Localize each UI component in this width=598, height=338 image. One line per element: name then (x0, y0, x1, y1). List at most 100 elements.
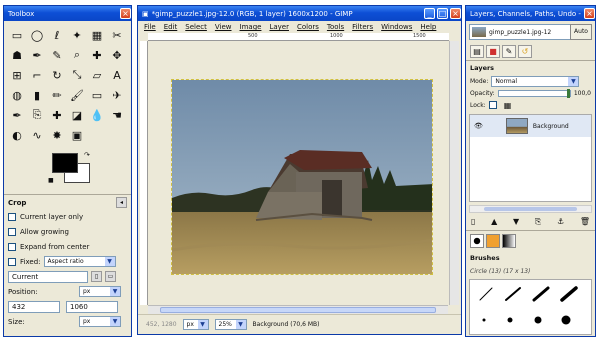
barn-photo[interactable] (171, 79, 433, 275)
menu-layer[interactable]: Layer (269, 23, 289, 31)
horizontal-scrollbar-thumb[interactable] (160, 307, 436, 313)
swap-colors-icon[interactable]: ↷ (84, 151, 90, 159)
horizontal-scrollbar[interactable] (148, 305, 448, 314)
bucket-fill-icon[interactable]: ◍ (8, 86, 26, 104)
maximize-button[interactable]: □ (437, 8, 448, 19)
menu-help[interactable]: Help (420, 23, 436, 31)
measure-icon[interactable]: ✚ (88, 46, 106, 64)
scissors-select-icon[interactable]: ✂ (108, 26, 126, 44)
expand-from-center-checkbox[interactable] (8, 242, 16, 251)
anchor-layer-icon[interactable]: ⚓ (557, 217, 564, 227)
tab-paths-icon[interactable]: ✎ (502, 45, 516, 58)
menu-view[interactable]: View (215, 23, 232, 31)
fixed-checkbox[interactable] (8, 257, 16, 266)
paths-icon[interactable]: ✒ (28, 46, 46, 64)
menu-filters[interactable]: Filters (352, 23, 373, 31)
minimize-button[interactable]: _ (424, 8, 435, 19)
zoom-icon[interactable]: ⌕ (68, 46, 86, 64)
airbrush-icon[interactable]: ✈ (108, 86, 126, 104)
zoom-dropdown[interactable]: 25% ▼ (214, 319, 247, 330)
opacity-slider-handle[interactable] (566, 88, 570, 98)
align-icon[interactable]: ⊞ (8, 66, 26, 84)
fuzzy-select-icon[interactable]: ✦ (68, 26, 86, 44)
scale-icon[interactable]: ⤡ (68, 66, 86, 84)
canvas-area[interactable] (148, 41, 448, 305)
position-x-input[interactable]: 432 (8, 300, 60, 313)
blur-icon[interactable]: 💧 (88, 106, 106, 124)
opacity-value[interactable]: 100,0 (574, 90, 591, 97)
tab-undo-icon[interactable]: ↺ (518, 45, 532, 58)
image-window-titlebar[interactable]: ▣ *gimp_puzzle1.jpg-12.0 (RGB, 1 layer) … (138, 6, 461, 21)
menu-select[interactable]: Select (185, 23, 207, 31)
stamp-icon[interactable]: ▣ (68, 126, 86, 144)
shear-icon[interactable]: ▱ (88, 66, 106, 84)
expand-from-center-option[interactable]: Expand from center (4, 239, 131, 254)
free-select-icon[interactable]: ℓ (48, 26, 66, 44)
lock-pixels-checkbox[interactable] (488, 101, 497, 109)
delete-layer-icon[interactable]: 🗑 (580, 217, 590, 227)
menu-file[interactable]: File (144, 23, 156, 31)
dodge-icon[interactable]: ◐ (8, 126, 26, 144)
menu-colors[interactable]: Colors (297, 23, 319, 31)
reset-colors-icon[interactable]: ■ (48, 177, 54, 184)
layer-list-scrollbar-thumb[interactable] (484, 207, 577, 211)
position-y-input[interactable]: 1060 (66, 300, 118, 313)
image-selector-dropdown[interactable]: gimp_puzzle1.jpg-12 Auto (469, 24, 592, 40)
move-icon[interactable]: ✥ (108, 46, 126, 64)
layers-dock-close-button[interactable]: × (584, 8, 595, 19)
toolbox-titlebar[interactable]: Toolbox × (4, 6, 131, 21)
text-icon[interactable]: A (108, 66, 126, 84)
menu-image[interactable]: Image (240, 23, 262, 31)
unit-dropdown[interactable]: px ▼ (182, 319, 209, 330)
heal-icon[interactable]: ✚ (48, 106, 66, 124)
eraser-icon[interactable]: ▭ (88, 86, 106, 104)
crop-icon[interactable]: ⌐ (28, 66, 46, 84)
duplicate-layer-icon[interactable]: ⎘ (535, 217, 541, 227)
options-menu-icon[interactable]: ◂ (116, 196, 127, 208)
fixed-dropdown[interactable]: Aspect ratio ▼ (43, 256, 116, 267)
foreground-select-icon[interactable]: ☗ (8, 46, 26, 64)
ellipse-select-icon[interactable]: ◯ (28, 26, 46, 44)
perspective-clone-icon[interactable]: ◪ (68, 106, 86, 124)
layer-item[interactable]: 👁 Background (470, 115, 591, 137)
menu-windows[interactable]: Windows (381, 23, 412, 31)
raise-layer-icon[interactable]: ▲ (491, 217, 497, 227)
size-unit-dropdown[interactable]: px ▼ (79, 316, 121, 327)
eye-icon[interactable]: 👁 (474, 122, 483, 130)
blend-icon[interactable]: ▮ (28, 86, 46, 104)
tab-layers-icon[interactable]: ▤ (470, 45, 484, 58)
menu-tools[interactable]: Tools (327, 23, 344, 31)
pattern-tab-icon[interactable] (486, 234, 500, 248)
opacity-slider[interactable] (497, 88, 571, 98)
star-icon[interactable]: ✸ (48, 126, 66, 144)
mode-dropdown[interactable]: Normal ▼ (491, 75, 580, 87)
pencil-icon[interactable]: ✏ (48, 86, 66, 104)
layers-dock-titlebar[interactable]: Layers, Channels, Paths, Undo - ... × (466, 6, 595, 21)
smudge-icon[interactable]: ☚ (108, 106, 126, 124)
close-button[interactable]: × (450, 8, 461, 19)
paintbrush-icon[interactable]: 🖌 (68, 86, 86, 104)
color-select-icon[interactable]: ▦ (88, 26, 106, 44)
auto-button[interactable]: Auto (570, 24, 592, 40)
portrait-icon[interactable]: ▯ (91, 271, 102, 282)
ink-icon[interactable]: ✒ (8, 106, 26, 124)
color-picker-icon[interactable]: ✎ (48, 46, 66, 64)
rotate-icon[interactable]: ↻ (48, 66, 66, 84)
foreground-color-swatch[interactable] (52, 153, 78, 173)
current-layer-only-checkbox[interactable] (8, 212, 16, 221)
clone-icon[interactable]: ⎘ (28, 106, 46, 124)
lasso-icon[interactable]: ∿ (28, 126, 46, 144)
brush-grid[interactable] (469, 279, 592, 335)
lock-alpha-icon[interactable]: ▦ (504, 101, 512, 110)
new-layer-icon[interactable]: ▯ (471, 217, 475, 227)
brush-tab-icon[interactable] (470, 234, 484, 248)
allow-growing-option[interactable]: Allow growing (4, 224, 131, 239)
tab-channels-icon[interactable]: ■ (486, 45, 500, 58)
allow-growing-checkbox[interactable] (8, 227, 16, 236)
layer-list-scrollbar[interactable] (469, 205, 592, 213)
landscape-icon[interactable]: ▭ (105, 271, 116, 282)
rect-select-icon[interactable]: ▭ (8, 26, 26, 44)
toolbox-close-button[interactable]: × (120, 8, 131, 19)
menu-edit[interactable]: Edit (164, 23, 178, 31)
ratio-field[interactable]: Current (8, 270, 88, 283)
